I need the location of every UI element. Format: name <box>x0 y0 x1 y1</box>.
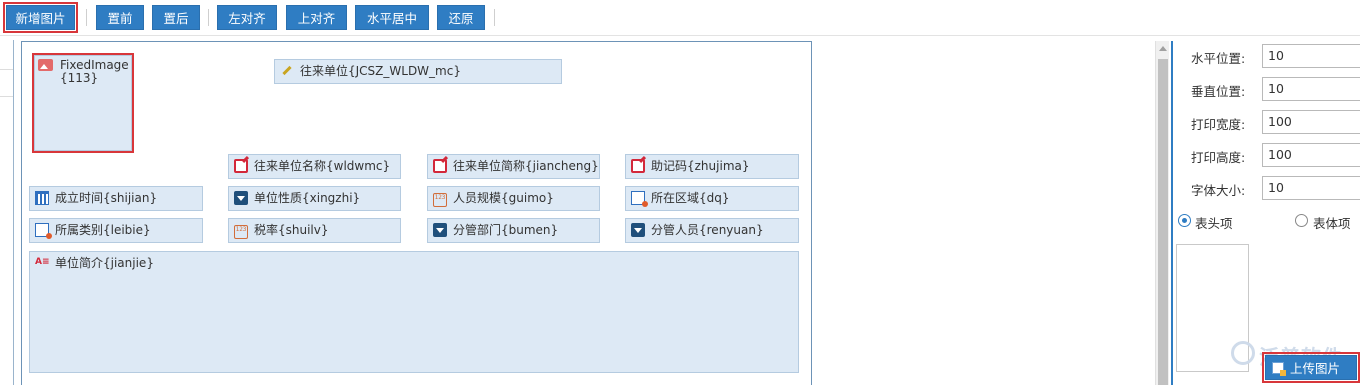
document-icon <box>35 223 52 239</box>
field-shijian[interactable]: 成立时间{shijian} <box>29 186 203 211</box>
vertical-scrollbar[interactable] <box>1155 41 1169 385</box>
left-panel-divider <box>0 69 13 70</box>
field-wldw-mc[interactable]: 往来单位{JCSZ_WLDW_mc} <box>274 59 562 84</box>
header-item-radio[interactable] <box>1178 214 1191 227</box>
field-jianjie[interactable]: A≡ 单位简介{jianjie} <box>29 251 799 373</box>
upload-button-label: 上传图片 <box>1290 361 1341 376</box>
body-item-radio[interactable] <box>1295 214 1308 227</box>
left-panel-divider <box>0 96 13 97</box>
scroll-up-arrow-icon[interactable] <box>1159 46 1167 51</box>
prop-row-fontsize: 字体大小: 10 <box>1173 176 1360 200</box>
field-renyuan[interactable]: 分管人员{renyuan} <box>625 218 799 243</box>
toolbar-separator <box>86 9 87 26</box>
send-back-button[interactable]: 置后 <box>152 5 200 30</box>
dropdown-icon <box>631 223 645 237</box>
document-icon <box>631 191 648 207</box>
toolbar-separator <box>208 9 209 26</box>
center-horizontal-button[interactable]: 水平居中 <box>355 5 429 30</box>
field-label: 单位简介{jianjie} <box>55 256 154 270</box>
field-label: 助记码{zhujima} <box>651 159 750 173</box>
print-width-input[interactable]: 100 <box>1262 110 1360 134</box>
calendar-icon <box>35 191 49 205</box>
field-label: 往来单位简称{jiancheng} <box>453 159 599 173</box>
field-shuilv[interactable]: 123 税率{shuilv} <box>228 218 401 243</box>
field-label: 分管人员{renyuan} <box>651 223 764 237</box>
field-label: 单位性质{xingzhi} <box>254 191 361 205</box>
field-label: 所在区域{dq} <box>651 191 730 205</box>
text-icon: A≡ <box>35 257 50 267</box>
upload-icon <box>1272 362 1286 376</box>
field-label: 税率{shuilv} <box>254 223 329 237</box>
field-xingzhi[interactable]: 单位性质{xingzhi} <box>228 186 401 211</box>
prop-label: 垂直位置: <box>1191 84 1246 99</box>
pen-icon <box>280 64 294 78</box>
field-jiancheng[interactable]: 往来单位简称{jiancheng} <box>427 154 600 179</box>
fixed-image-field[interactable]: FixedImage{113} <box>32 53 134 153</box>
field-leibie[interactable]: 所属类别{leibie} <box>29 218 203 243</box>
number-icon: 123 <box>433 193 447 207</box>
dropdown-icon <box>234 191 248 205</box>
image-icon <box>38 59 53 71</box>
field-zhujima[interactable]: 助记码{zhujima} <box>625 154 799 179</box>
header-item-label: 表头项 <box>1195 216 1233 231</box>
field-bumen[interactable]: 分管部门{bumen} <box>427 218 600 243</box>
align-left-button[interactable]: 左对齐 <box>217 5 277 30</box>
left-panel <box>0 40 14 385</box>
prop-row-height: 打印高度: 100 <box>1173 143 1360 167</box>
prop-row-y: 垂直位置: 10 <box>1173 77 1360 101</box>
body-item-label: 表体项 <box>1313 216 1351 231</box>
prop-label: 水平位置: <box>1191 51 1246 66</box>
prop-label: 打印高度: <box>1191 150 1246 165</box>
print-height-input[interactable]: 100 <box>1262 143 1360 167</box>
field-label: 分管部门{bumen} <box>453 223 559 237</box>
vertical-position-input[interactable]: 10 <box>1262 77 1360 101</box>
edit-icon <box>631 159 645 173</box>
prop-label: 字体大小: <box>1191 183 1246 198</box>
dropdown-icon <box>433 223 447 237</box>
design-canvas: FixedImage{113} 往来单位{JCSZ_WLDW_mc} 往来单位名… <box>21 41 812 385</box>
field-dq[interactable]: 所在区域{dq} <box>625 186 799 211</box>
bring-front-button[interactable]: 置前 <box>96 5 144 30</box>
horizontal-position-input[interactable]: 10 <box>1262 44 1360 68</box>
prop-label: 打印宽度: <box>1191 117 1246 132</box>
field-wldwmc[interactable]: 往来单位名称{wldwmc} <box>228 154 401 179</box>
add-image-button[interactable]: 新增图片 <box>3 2 78 33</box>
number-icon: 123 <box>234 225 248 239</box>
prop-row-width: 打印宽度: 100 <box>1173 110 1360 134</box>
field-label: 往来单位{JCSZ_WLDW_mc} <box>300 64 461 78</box>
prop-row-x: 水平位置: 10 <box>1173 44 1360 68</box>
scrollbar-thumb[interactable] <box>1158 59 1168 385</box>
restore-button[interactable]: 还原 <box>437 5 485 30</box>
toolbar: 新增图片 置前 置后 左对齐 上对齐 水平居中 还原 <box>0 0 1360 36</box>
field-label: FixedImage{113} <box>60 58 129 85</box>
font-size-input[interactable]: 10 <box>1262 176 1360 200</box>
field-guimo[interactable]: 123 人员规模{guimo} <box>427 186 600 211</box>
toolbar-separator <box>494 9 495 26</box>
watermark-logo-icon <box>1231 341 1255 365</box>
field-label: 往来单位名称{wldwmc} <box>254 159 391 173</box>
field-label: 人员规模{guimo} <box>453 191 554 205</box>
upload-image-button[interactable]: 上传图片 <box>1262 352 1360 383</box>
properties-panel: 水平位置: 10 垂直位置: 10 打印宽度: 100 打印高度: 100 字体… <box>1171 41 1360 385</box>
align-top-button[interactable]: 上对齐 <box>286 5 347 30</box>
field-label: 所属类别{leibie} <box>55 223 151 237</box>
edit-icon <box>234 159 248 173</box>
edit-icon <box>433 159 447 173</box>
field-label: 成立时间{shijian} <box>55 191 158 205</box>
